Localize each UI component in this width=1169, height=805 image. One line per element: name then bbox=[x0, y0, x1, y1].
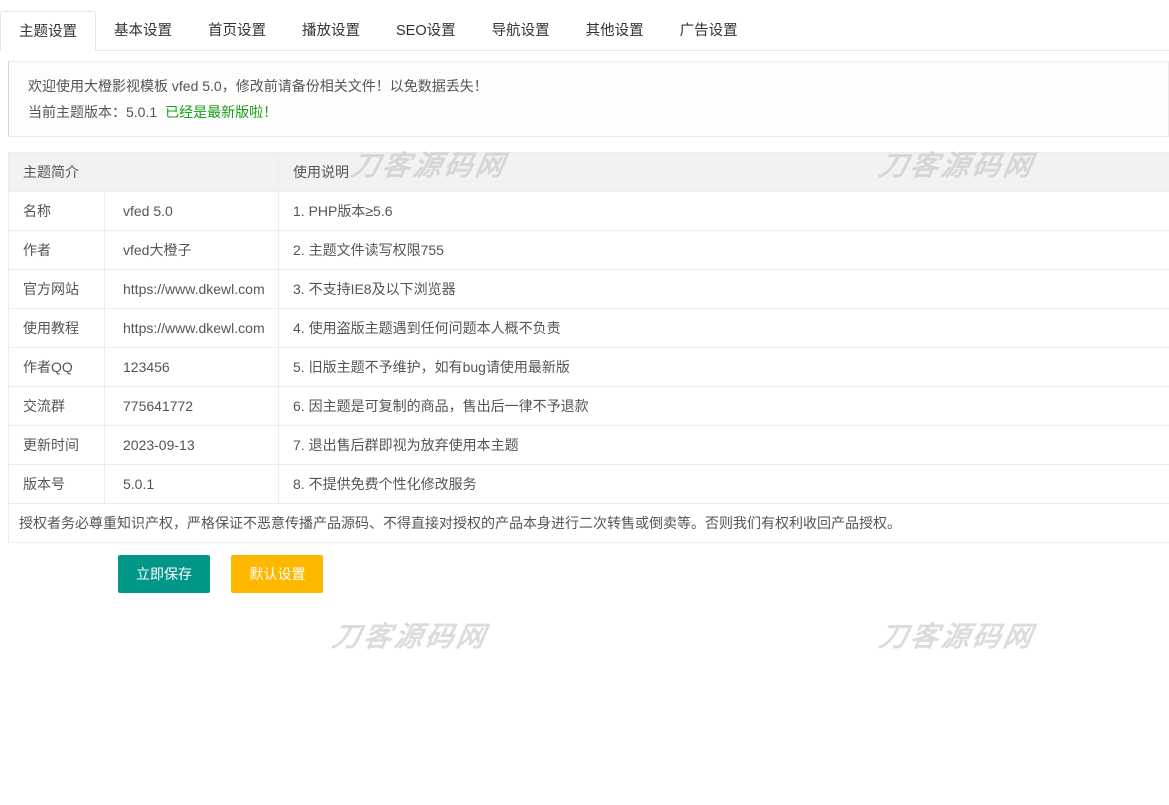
copyright-notice: 授权者务必尊重知识产权，严格保证不恶意传播产品源码、不得直接对授权的产品本身进行… bbox=[9, 504, 1169, 543]
table-header-row: 主题简介 使用说明 bbox=[9, 153, 1169, 192]
default-settings-button[interactable]: 默认设置 bbox=[231, 555, 323, 593]
row-label: 交流群 bbox=[9, 387, 105, 426]
row-value: https://www.dkewl.com bbox=[105, 309, 279, 348]
header-theme-intro: 主题简介 bbox=[9, 153, 279, 192]
latest-version-badge: 已经是最新版啦！ bbox=[165, 104, 277, 120]
row-usage: 1. PHP版本≥5.6 bbox=[279, 192, 1169, 231]
row-usage: 7. 退出售后群即视为放弃使用本主题 bbox=[279, 426, 1169, 465]
current-version-text: 当前主题版本：5.0.1 bbox=[28, 104, 157, 120]
table-row: 作者QQ 123456 5. 旧版主题不予维护，如有bug请使用最新版 bbox=[9, 348, 1169, 387]
tab-other-settings[interactable]: 其他设置 bbox=[568, 11, 662, 51]
row-value: 775641772 bbox=[105, 387, 279, 426]
row-value: vfed大橙子 bbox=[105, 231, 279, 270]
tab-nav-settings[interactable]: 导航设置 bbox=[474, 11, 568, 51]
table-row: 使用教程 https://www.dkewl.com 4. 使用盗版主题遇到任何… bbox=[9, 309, 1169, 348]
tab-seo-settings[interactable]: SEO设置 bbox=[378, 11, 474, 51]
row-label: 版本号 bbox=[9, 465, 105, 504]
save-button[interactable]: 立即保存 bbox=[118, 555, 210, 593]
table-row: 名称 vfed 5.0 1. PHP版本≥5.6 bbox=[9, 192, 1169, 231]
row-usage: 8. 不提供免费个性化修改服务 bbox=[279, 465, 1169, 504]
row-usage: 3. 不支持IE8及以下浏览器 bbox=[279, 270, 1169, 309]
site-watermark: 刀客源码网 bbox=[876, 615, 1038, 655]
welcome-notice: 欢迎使用大橙影视模板 vfed 5.0，修改前请备份相关文件！以免数据丢失！ 当… bbox=[8, 61, 1169, 137]
theme-info-table: 主题简介 使用说明 名称 vfed 5.0 1. PHP版本≥5.6 作者 vf… bbox=[8, 152, 1169, 543]
row-label: 作者QQ bbox=[9, 348, 105, 387]
row-usage: 4. 使用盗版主题遇到任何问题本人概不负责 bbox=[279, 309, 1169, 348]
table-row: 官方网站 https://www.dkewl.com 3. 不支持IE8及以下浏… bbox=[9, 270, 1169, 309]
table-footer-row: 授权者务必尊重知识产权，严格保证不恶意传播产品源码、不得直接对授权的产品本身进行… bbox=[9, 504, 1169, 543]
tab-home-settings[interactable]: 首页设置 bbox=[190, 11, 284, 51]
row-value: vfed 5.0 bbox=[105, 192, 279, 231]
header-usage-notes: 使用说明 bbox=[279, 153, 1169, 192]
table-row: 更新时间 2023-09-13 7. 退出售后群即视为放弃使用本主题 bbox=[9, 426, 1169, 465]
row-usage: 6. 因主题是可复制的商品，售出后一律不予退款 bbox=[279, 387, 1169, 426]
row-label: 更新时间 bbox=[9, 426, 105, 465]
notice-line-version: 当前主题版本：5.0.1 已经是最新版啦！ bbox=[28, 99, 1168, 125]
row-label: 使用教程 bbox=[9, 309, 105, 348]
form-actions: 立即保存 默认设置 bbox=[118, 555, 1169, 593]
row-usage: 2. 主题文件读写权限755 bbox=[279, 231, 1169, 270]
row-label: 名称 bbox=[9, 192, 105, 231]
table-row: 作者 vfed大橙子 2. 主题文件读写权限755 bbox=[9, 231, 1169, 270]
row-value: 2023-09-13 bbox=[105, 426, 279, 465]
site-watermark: 刀客源码网 bbox=[329, 615, 491, 655]
notice-line-backup: 欢迎使用大橙影视模板 vfed 5.0，修改前请备份相关文件！以免数据丢失！ bbox=[28, 73, 1168, 99]
settings-tab-bar: 主题设置 基本设置 首页设置 播放设置 SEO设置 导航设置 其他设置 广告设置 bbox=[0, 11, 1169, 51]
row-value: 5.0.1 bbox=[105, 465, 279, 504]
tab-theme-settings[interactable]: 主题设置 bbox=[0, 11, 96, 51]
row-value: 123456 bbox=[105, 348, 279, 387]
tab-list: 主题设置 基本设置 首页设置 播放设置 SEO设置 导航设置 其他设置 广告设置 bbox=[0, 11, 1169, 51]
tab-play-settings[interactable]: 播放设置 bbox=[284, 11, 378, 51]
table-row: 版本号 5.0.1 8. 不提供免费个性化修改服务 bbox=[9, 465, 1169, 504]
table-row: 交流群 775641772 6. 因主题是可复制的商品，售出后一律不予退款 bbox=[9, 387, 1169, 426]
row-value: https://www.dkewl.com bbox=[105, 270, 279, 309]
row-label: 官方网站 bbox=[9, 270, 105, 309]
tab-ad-settings[interactable]: 广告设置 bbox=[662, 11, 756, 51]
tab-basic-settings[interactable]: 基本设置 bbox=[96, 11, 190, 51]
row-usage: 5. 旧版主题不予维护，如有bug请使用最新版 bbox=[279, 348, 1169, 387]
row-label: 作者 bbox=[9, 231, 105, 270]
